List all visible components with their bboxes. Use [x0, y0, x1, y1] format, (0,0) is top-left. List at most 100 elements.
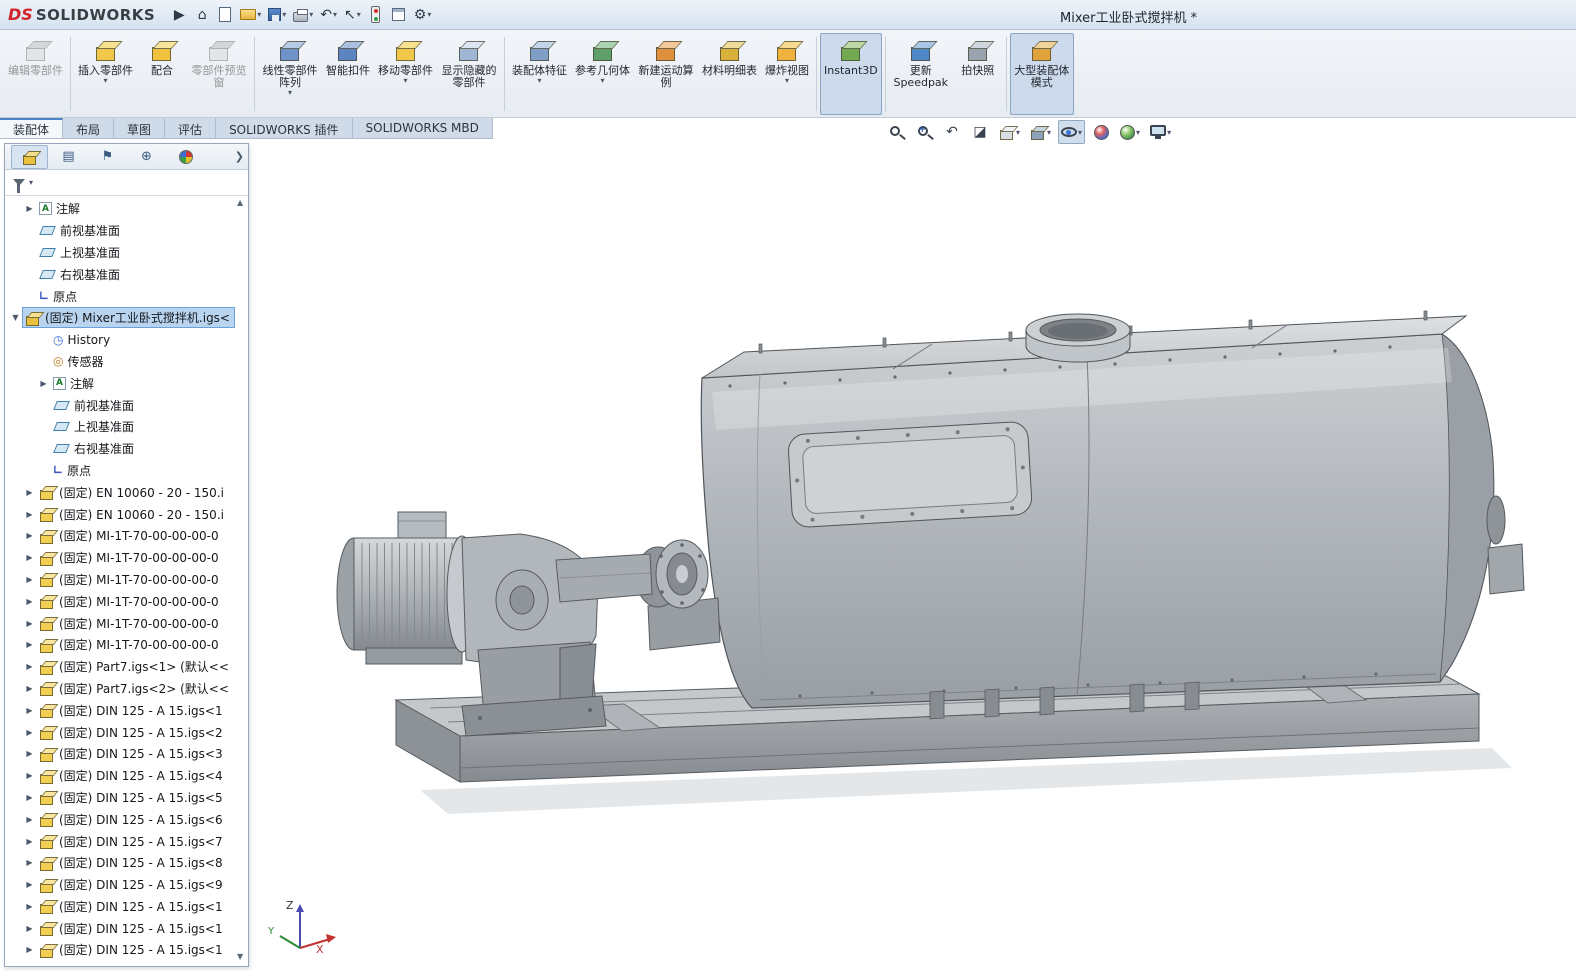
tree-item[interactable]: ▶ (固定) DIN 125 - A 15.igs<1 [5, 896, 248, 918]
expand-arrow-icon[interactable]: ▶ [23, 204, 36, 213]
mate-button[interactable]: 配合 [137, 33, 187, 115]
expand-arrow-icon[interactable]: ▶ [23, 619, 36, 628]
expand-arrow-icon[interactable]: ▶ [23, 815, 36, 824]
tree-item[interactable]: 上视基准面 [5, 416, 248, 438]
instant3d-button[interactable]: Instant3D [820, 33, 882, 115]
tree-item[interactable]: ▶ (固定) EN 10060 - 20 - 150.i [5, 503, 248, 525]
tree-item[interactable]: ▶ (固定) DIN 125 - A 15.igs<1 [5, 917, 248, 939]
expand-arrow-icon[interactable]: ▶ [23, 749, 36, 758]
access-panel[interactable] [788, 421, 1033, 528]
tree-item[interactable]: ▶ (固定) DIN 125 - A 15.igs<4 [5, 765, 248, 787]
apply-scene-button[interactable]: ▾ [1117, 120, 1143, 144]
tree-item[interactable]: 上视基准面 [5, 242, 248, 264]
tab-sketch[interactable]: 草图 [114, 118, 166, 139]
tree-scroll-up-button[interactable]: ▲ [237, 198, 1574, 207]
expand-arrow-icon[interactable]: ▶ [23, 924, 36, 933]
tree-item[interactable]: ◎ 传感器 [5, 351, 248, 373]
zoom-to-area-button[interactable] [912, 120, 936, 144]
undo-button[interactable]: ↶ ▾ [318, 3, 339, 27]
save-button[interactable]: ▾ [266, 3, 288, 27]
tree-item[interactable]: ▶ (固定) DIN 125 - A 15.igs<3 [5, 743, 248, 765]
tab-solidworks-addins[interactable]: SOLIDWORKS 插件 [216, 118, 353, 139]
view-orientation-button[interactable]: ▾ [996, 120, 1023, 144]
tree-scroll-down-button[interactable]: ▼ [237, 952, 1574, 961]
tree-item[interactable]: ▶ (固定) EN 10060 - 20 - 150.i [5, 481, 248, 503]
expand-arrow-icon[interactable]: ▶ [23, 837, 36, 846]
expand-arrow-icon[interactable]: ▶ [23, 793, 36, 802]
tree-item[interactable]: ▶ (固定) DIN 125 - A 15.igs<5 [5, 787, 248, 809]
display-style-button[interactable]: ▾ [1027, 120, 1054, 144]
show-hidden-components-button[interactable]: 显示隐藏的零部件 [437, 33, 501, 115]
expand-arrow-icon[interactable]: ▶ [37, 379, 50, 388]
expand-arrow-icon[interactable]: ▶ [23, 945, 36, 954]
tab-featuremanager[interactable] [11, 144, 48, 169]
new-document-button[interactable] [215, 3, 235, 27]
expand-arrow-icon[interactable]: ▶ [23, 640, 36, 649]
tab-assembly[interactable]: 装配体 [0, 118, 64, 139]
reference-geometry-button[interactable]: 参考几何体 ▾ [571, 33, 634, 115]
tree-item[interactable]: ▶ (固定) DIN 125 - A 15.igs<6 [5, 808, 248, 830]
rebuild-button[interactable] [366, 3, 386, 27]
view-settings-button[interactable]: ▾ [1147, 120, 1174, 144]
tree-item[interactable]: ▼ (固定) Mixer工业卧式搅拌机.igs< [5, 307, 248, 329]
tree-item[interactable]: ▶ (固定) MI-1T-70-00-00-00-0 [5, 547, 248, 569]
open-document-button[interactable]: ▾ [238, 3, 263, 27]
section-view-button[interactable]: ◪ [968, 120, 992, 144]
expand-arrow-icon[interactable]: ▶ [23, 531, 36, 540]
expand-arrow-icon[interactable]: ▶ [23, 575, 36, 584]
expand-arrow-icon[interactable]: ▶ [23, 858, 36, 867]
tree-item[interactable]: 右视基准面 [5, 263, 248, 285]
collapse-arrow-icon[interactable]: ▼ [9, 313, 22, 322]
tree-item[interactable]: ▶ (固定) MI-1T-70-00-00-00-0 [5, 590, 248, 612]
smart-fasteners-button[interactable]: 智能扣件 [322, 33, 374, 115]
panel-expand-chevron[interactable]: ❯ [235, 150, 244, 163]
home-button[interactable]: ⌂ [192, 3, 212, 27]
bill-of-materials-button[interactable]: 材料明细表 [698, 33, 761, 115]
expand-arrow-icon[interactable]: ▶ [23, 880, 36, 889]
tree-item[interactable]: ▶ (固定) DIN 125 - A 15.igs<1 [5, 699, 248, 721]
select-button[interactable]: ↖ ▾ [342, 3, 363, 27]
toolbar-expand-button[interactable]: ▶ [169, 3, 189, 27]
tree-item[interactable]: ▶ (固定) DIN 125 - A 15.igs<1 [5, 939, 248, 961]
exploded-view-button[interactable]: 爆炸视图 ▾ [761, 33, 813, 115]
assembly-features-button[interactable]: 装配体特征 ▾ [508, 33, 571, 115]
expand-arrow-icon[interactable]: ▶ [23, 902, 36, 911]
filter-bar[interactable]: ▾ [5, 170, 248, 196]
expand-arrow-icon[interactable]: ▶ [23, 684, 36, 693]
options-button[interactable]: ⚙ ▾ [412, 3, 434, 27]
mixer-tank[interactable] [700, 310, 1525, 720]
tree-item[interactable]: ▶ A 注解 [5, 198, 248, 220]
tab-configurationmanager[interactable]: ⚑ [89, 145, 126, 169]
hide-show-items-button[interactable]: ▾ [1058, 120, 1086, 144]
tree-item[interactable]: ▶ (固定) DIN 125 - A 15.igs<9 [5, 874, 248, 896]
zoom-to-fit-button[interactable] [884, 120, 908, 144]
tree-item[interactable]: ▶ (固定) MI-1T-70-00-00-00-0 [5, 525, 248, 547]
take-snapshot-button[interactable]: 拍快照 [953, 33, 1003, 115]
tree-item[interactable]: ▶ (固定) DIN 125 - A 15.igs<8 [5, 852, 248, 874]
tree-item[interactable]: ▶ (固定) MI-1T-70-00-00-00-0 [5, 569, 248, 591]
tab-dimxpertmanager[interactable]: ⊕ [128, 145, 165, 169]
tree-item[interactable]: ▶ (固定) MI-1T-70-00-00-00-0 [5, 634, 248, 656]
tab-layout[interactable]: 布局 [63, 118, 115, 139]
previous-view-button[interactable]: ↶ [940, 120, 964, 144]
expand-arrow-icon[interactable]: ▶ [23, 597, 36, 606]
move-component-button[interactable]: 移动零部件 ▾ [374, 33, 437, 115]
right-bearing[interactable] [1486, 495, 1525, 595]
expand-arrow-icon[interactable]: ▶ [23, 771, 36, 780]
new-motion-study-button[interactable]: 新建运动算例 [634, 33, 698, 115]
tab-displaymanager[interactable] [167, 145, 204, 169]
expand-arrow-icon[interactable]: ▶ [23, 728, 36, 737]
tab-evaluate[interactable]: 评估 [165, 118, 217, 139]
insert-components-button[interactable]: 插入零部件 ▾ [74, 33, 137, 115]
update-speedpak-button[interactable]: 更新Speedpak [889, 33, 953, 115]
tab-solidworks-mbd[interactable]: SOLIDWORKS MBD [352, 118, 493, 139]
expand-arrow-icon[interactable]: ▶ [23, 510, 36, 519]
tree-item[interactable]: 右视基准面 [5, 438, 248, 460]
tree-item[interactable]: ∟ 原点 [5, 285, 248, 307]
tree-item[interactable]: ▶ A 注解 [5, 372, 248, 394]
large-assembly-mode-button[interactable]: 大型装配体模式 [1009, 33, 1074, 115]
tree-item[interactable]: ▶ (固定) DIN 125 - A 15.igs<2 [5, 721, 248, 743]
print-button[interactable]: ▾ [291, 3, 315, 27]
expand-arrow-icon[interactable]: ▶ [23, 706, 36, 715]
file-properties-button[interactable] [389, 3, 409, 27]
